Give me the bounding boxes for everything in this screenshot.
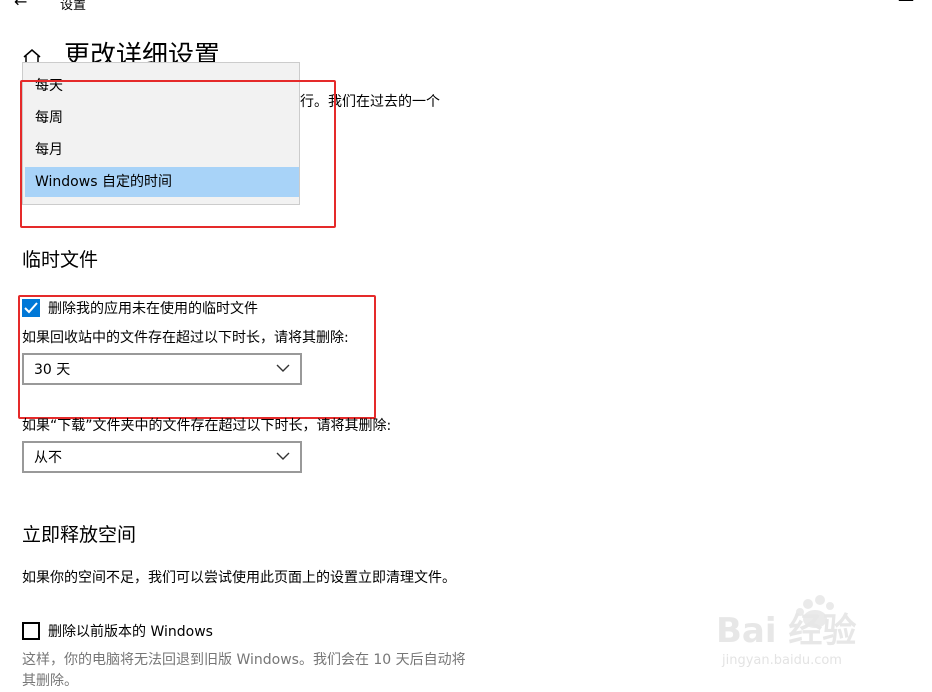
baidu-watermark-logo: Bai 经验 jingyan.baidu.com [716,595,856,668]
delete-previous-windows-note: 这样，你的电脑将无法回退到旧版 Windows。我们会在 10 天后自动将其删除… [22,652,466,689]
temp-files-heading: 临时文件 [22,249,99,271]
downloads-duration-value: 从不 [34,450,62,466]
downloads-duration-select[interactable]: 从不 [22,441,302,473]
arrow-left-icon[interactable]: ← [14,0,27,11]
close-icon[interactable]: — [898,0,914,9]
annotation-box-dropdown [20,80,336,228]
checkbox-unchecked[interactable] [22,622,40,640]
watermark-url: jingyan.baidu.com [721,653,842,668]
downloads-label: 如果“下载”文件夹中的文件存在超过以下时长，请将其删除: [22,418,392,434]
annotation-box-temp-files [18,295,376,419]
window-title: 设置 [60,0,87,13]
delete-previous-windows-label: 删除以前版本的 Windows [48,624,213,640]
settings-window: ← 设置 — 更改详细设置 运行。我们在过去的一个 每天 每周 每月 Windo… [0,0,932,692]
chevron-down-icon [276,452,290,460]
free-space-heading: 立即释放空间 [22,524,137,546]
watermark-brand: Bai 经验 [716,611,856,651]
delete-previous-windows-option[interactable]: 删除以前版本的 Windows [22,621,213,641]
free-space-description: 如果你的空间不足，我们可以尝试使用此页面上的设置立即清理文件。 [22,570,456,586]
